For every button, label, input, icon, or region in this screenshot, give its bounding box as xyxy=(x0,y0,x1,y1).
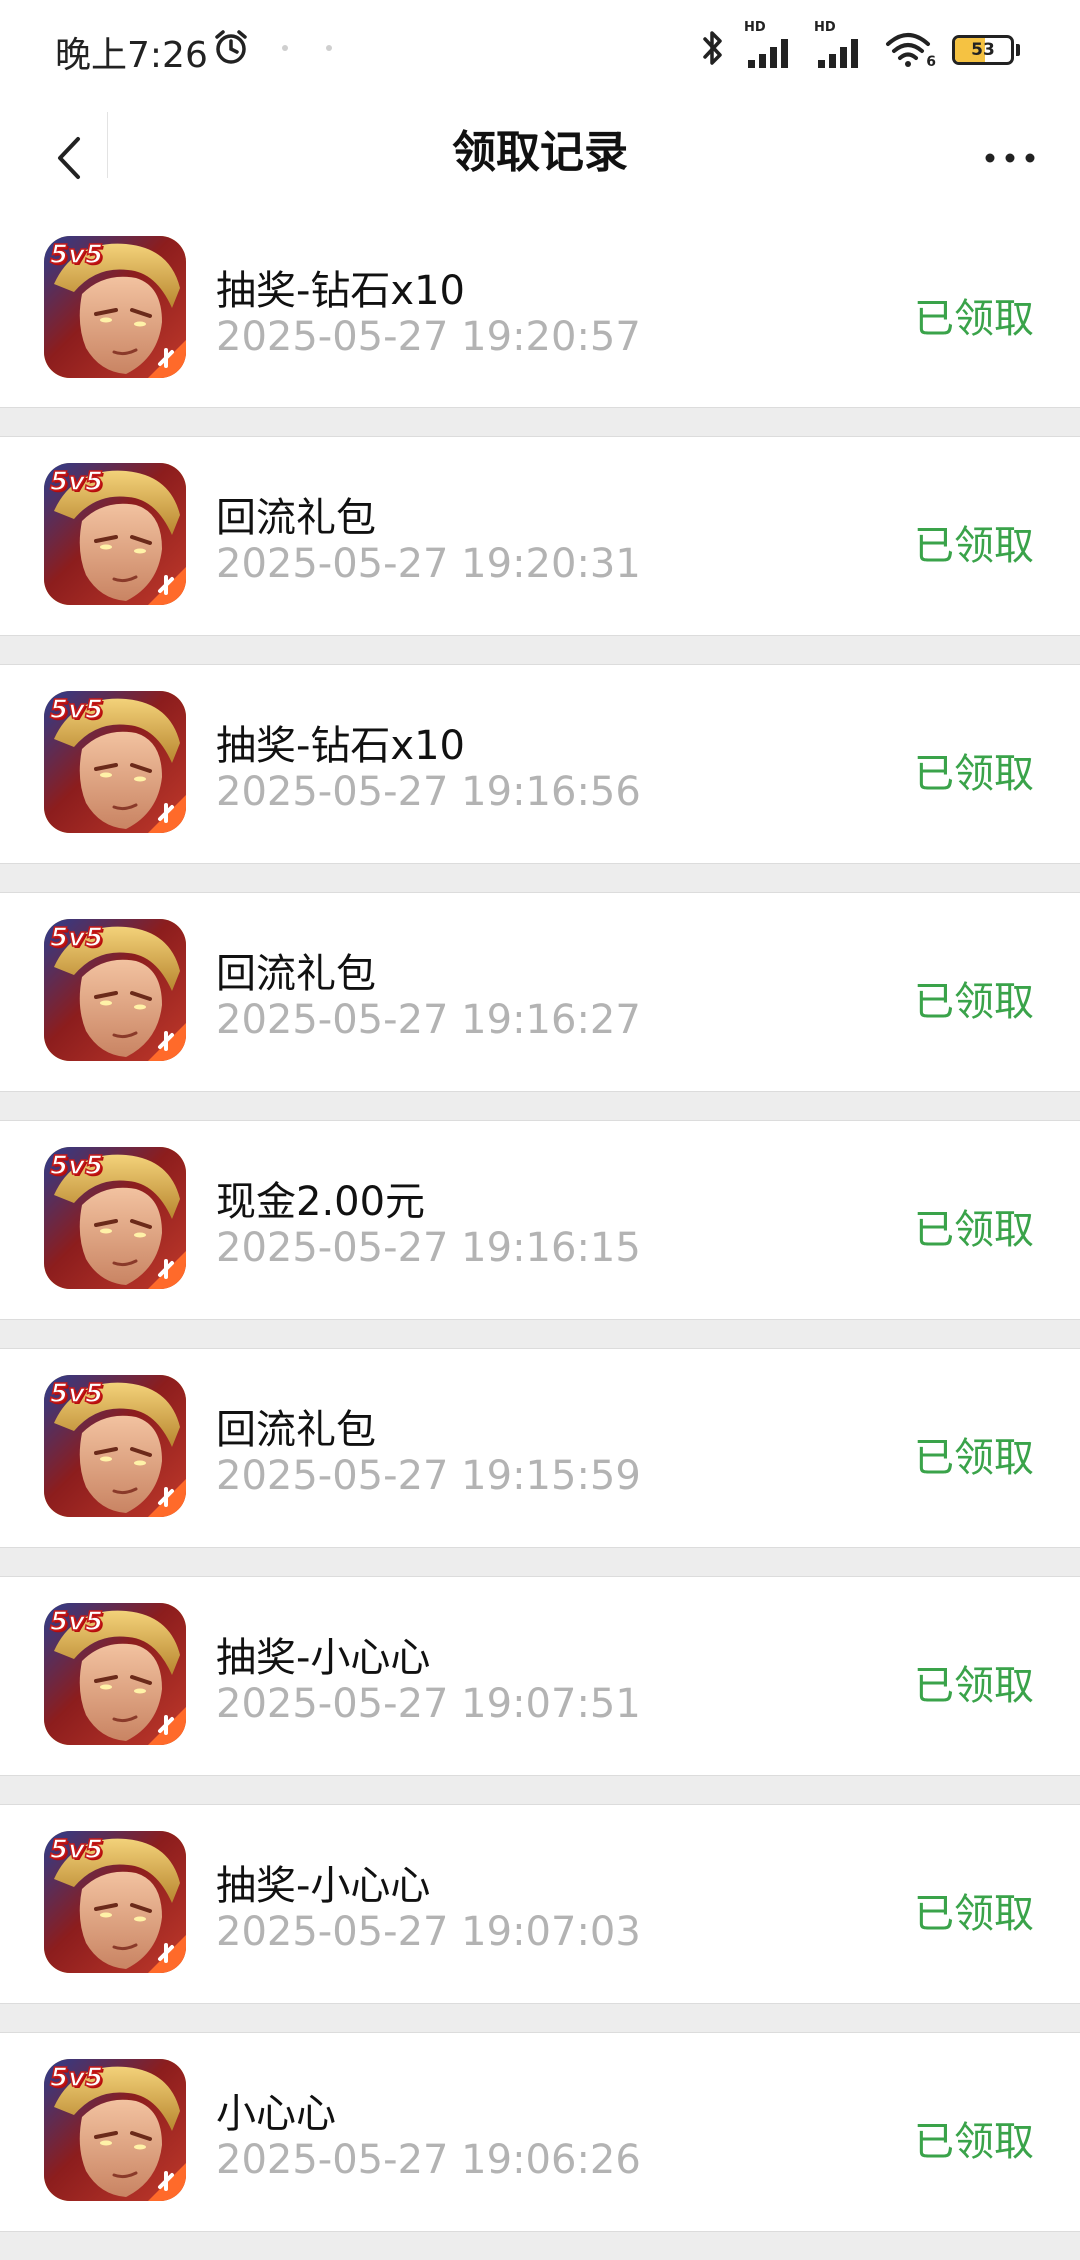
game-icon: 5v5 xyxy=(44,1147,186,1289)
record-item-3[interactable]: 5v5 抽奖-钻石x10 2025-05-27 19:16:56 已领取 xyxy=(0,664,1080,864)
record-name: 抽奖-钻石x10 xyxy=(216,723,466,769)
record-time: 2025-05-27 19:06:26 xyxy=(216,2137,641,2183)
signal-strength-icon: HD xyxy=(814,20,868,70)
game-icon: 5v5 xyxy=(44,236,186,378)
status-bar: 晚上7:26 HD HD 6 53 xyxy=(0,0,1080,100)
game-icon: 5v5 xyxy=(44,2059,186,2201)
record-item-7[interactable]: 5v5 抽奖-小心心 2025-05-27 19:07:51 已领取 xyxy=(0,1576,1080,1776)
record-name: 抽奖-钻石x10 xyxy=(216,268,466,314)
game-icon: 5v5 xyxy=(44,1603,186,1745)
record-item-2[interactable]: 5v5 回流礼包 2025-05-27 19:20:31 已领取 xyxy=(0,436,1080,636)
record-name: 回流礼包 xyxy=(216,1407,376,1453)
wifi-badge: 6 xyxy=(926,54,936,70)
record-time: 2025-05-27 19:20:57 xyxy=(216,314,641,360)
page-title: 领取记录 xyxy=(452,127,628,178)
battery-cap xyxy=(1016,44,1020,56)
record-status: 已领取 xyxy=(914,979,1034,1025)
battery-indicator: 53 xyxy=(952,35,1020,65)
game-badge: 5v5 xyxy=(49,239,104,271)
more-button[interactable] xyxy=(970,118,1050,198)
notification-dot-icon xyxy=(278,40,292,59)
record-item-1[interactable]: 5v5 抽奖-钻石x10 2025-05-27 19:20:57 已领取 xyxy=(0,210,1080,408)
record-time: 2025-05-27 19:16:15 xyxy=(216,1225,641,1271)
record-time: 2025-05-27 19:07:51 xyxy=(216,1681,641,1727)
record-name: 抽奖-小心心 xyxy=(216,1635,431,1681)
record-status: 已领取 xyxy=(914,523,1034,569)
record-time: 2025-05-27 19:16:56 xyxy=(216,769,641,815)
record-status: 已领取 xyxy=(914,296,1034,342)
record-status: 已领取 xyxy=(914,1663,1034,1709)
alarm-clock-icon xyxy=(212,28,250,70)
game-icon: 5v5 xyxy=(44,463,186,605)
record-item-5[interactable]: 5v5 现金2.00元 2025-05-27 19:16:15 已领取 xyxy=(0,1120,1080,1320)
game-badge: 5v5 xyxy=(49,1150,104,1182)
status-right-cluster: HD HD 6 53 xyxy=(698,20,1020,72)
status-time: 晚上7:26 xyxy=(55,35,208,76)
record-status: 已领取 xyxy=(914,1207,1034,1253)
record-time: 2025-05-27 19:16:27 xyxy=(216,997,641,1043)
signal-strength-icon: HD xyxy=(744,20,798,70)
game-icon: 5v5 xyxy=(44,1831,186,1973)
record-status: 已领取 xyxy=(914,751,1034,797)
record-name: 现金2.00元 xyxy=(216,1179,426,1225)
record-item-6[interactable]: 5v5 回流礼包 2025-05-27 19:15:59 已领取 xyxy=(0,1348,1080,1548)
record-time: 2025-05-27 19:20:31 xyxy=(216,541,641,587)
navigation-bar: 领取记录 xyxy=(0,100,1080,210)
battery-level: 53 xyxy=(971,40,995,60)
game-icon: 5v5 xyxy=(44,919,186,1061)
record-status: 已领取 xyxy=(914,2119,1034,2165)
game-icon: 5v5 xyxy=(44,691,186,833)
notification-dot-icon xyxy=(322,40,336,59)
battery-icon: 53 xyxy=(952,35,1014,65)
record-time: 2025-05-27 19:07:03 xyxy=(216,1909,641,1955)
game-badge: 5v5 xyxy=(49,2062,104,2094)
game-badge: 5v5 xyxy=(49,694,104,726)
record-status: 已领取 xyxy=(914,1891,1034,1937)
record-item-4[interactable]: 5v5 回流礼包 2025-05-27 19:16:27 已领取 xyxy=(0,892,1080,1092)
game-icon: 5v5 xyxy=(44,1375,186,1517)
game-badge: 5v5 xyxy=(49,1834,104,1866)
game-badge: 5v5 xyxy=(49,1378,104,1410)
record-name: 回流礼包 xyxy=(216,495,376,541)
record-name: 回流礼包 xyxy=(216,951,376,997)
bluetooth-icon xyxy=(698,28,728,72)
record-name: 抽奖-小心心 xyxy=(216,1863,431,1909)
more-horizontal-icon xyxy=(985,153,1035,163)
record-list: 5v5 抽奖-钻石x10 2025-05-27 19:20:57 已领取 5v5… xyxy=(0,210,1080,2260)
game-badge: 5v5 xyxy=(49,922,104,954)
record-name: 小心心 xyxy=(216,2091,336,2137)
record-time: 2025-05-27 19:15:59 xyxy=(216,1453,641,1499)
record-item-8[interactable]: 5v5 抽奖-小心心 2025-05-27 19:07:03 已领取 xyxy=(0,1804,1080,2004)
wifi-icon: 6 xyxy=(884,30,936,70)
record-status: 已领取 xyxy=(914,1435,1034,1481)
game-badge: 5v5 xyxy=(49,1606,104,1638)
game-badge: 5v5 xyxy=(49,466,104,498)
record-item-9[interactable]: 5v5 小心心 2025-05-27 19:06:26 已领取 xyxy=(0,2032,1080,2232)
